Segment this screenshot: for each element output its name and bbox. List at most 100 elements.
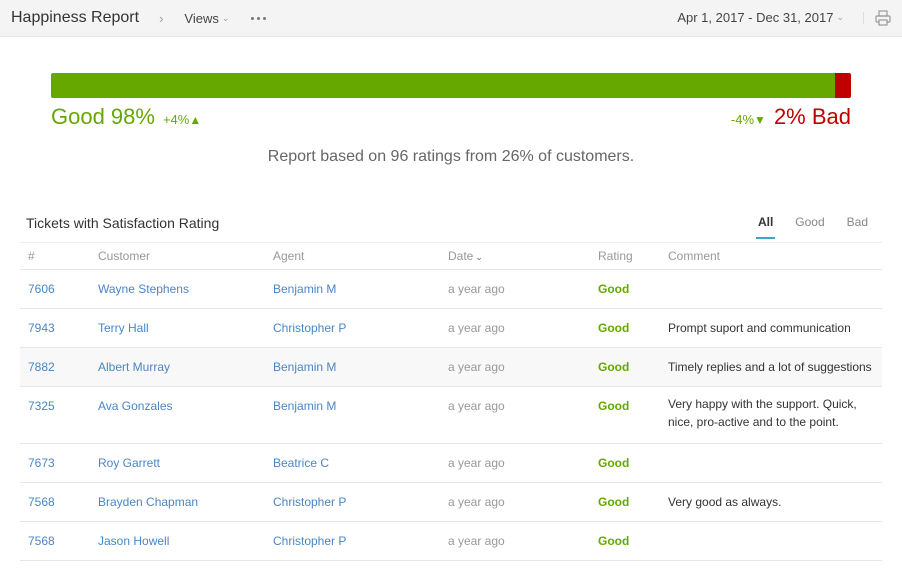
ticket-date: a year ago xyxy=(448,360,505,374)
column-header-rating[interactable]: Rating xyxy=(598,243,668,270)
ticket-id-link[interactable]: 7568 xyxy=(28,495,55,509)
ticket-id-link[interactable]: 7882 xyxy=(28,360,55,374)
comment-text: Very good as always. xyxy=(668,495,782,509)
rating-value-cell: Good xyxy=(598,444,668,483)
tab-all[interactable]: All xyxy=(755,215,776,239)
views-dropdown[interactable]: Views ⌄ xyxy=(184,11,229,26)
more-dots-icon[interactable] xyxy=(251,16,267,20)
customer-link[interactable]: Wayne Stephens xyxy=(98,282,189,296)
comment-text-cell xyxy=(668,270,882,309)
ticket-date-cell: a year ago xyxy=(448,387,598,444)
customer-link-cell: Brayden Chapman xyxy=(98,483,273,522)
ticket-id-link-cell: 7943 xyxy=(20,309,98,348)
rating-value: Good xyxy=(598,534,630,548)
table-row[interactable]: 7568 Jason Howell Christopher P a year ago G… xyxy=(20,522,882,561)
customer-link[interactable]: Ava Gonzales xyxy=(98,399,173,413)
customer-link[interactable]: Terry Hall xyxy=(98,321,149,335)
ticket-id-link-cell: 7673 xyxy=(20,444,98,483)
printer-icon[interactable] xyxy=(874,9,892,27)
customer-link[interactable]: Brayden Chapman xyxy=(98,495,198,509)
comment-text: Prompt suport and communication xyxy=(668,321,851,335)
ticket-date-cell: a year ago xyxy=(448,483,598,522)
agent-link-cell: Benjamin M xyxy=(273,270,448,309)
table-row[interactable]: 7673 Roy Garrett Beatrice C a year ago Good xyxy=(20,444,882,483)
good-segment xyxy=(51,73,835,98)
table-row[interactable]: 7882 Albert Murray Benjamin M a year ago Goo… xyxy=(20,347,882,387)
satisfaction-bar xyxy=(51,73,851,98)
chevron-down-icon: ⌄ xyxy=(221,12,230,23)
column-header-id[interactable]: # xyxy=(20,243,98,270)
customer-link[interactable]: Roy Garrett xyxy=(98,456,160,470)
rating-value: Good xyxy=(598,399,630,413)
arrow-down-icon: ▼ xyxy=(754,113,766,127)
report-summary-text: Report based on 96 ratings from 26% of c… xyxy=(267,148,635,165)
comment-text-cell: Prompt suport and communication xyxy=(668,309,882,348)
bad-summary: -4%▼ 2% Bad xyxy=(731,104,851,130)
tab-bad[interactable]: Bad xyxy=(847,215,868,239)
arrow-up-icon: ▲ xyxy=(189,113,202,127)
date-header-label: Date xyxy=(448,249,474,263)
rating-value-cell: Good xyxy=(598,483,668,522)
ticket-id-link[interactable]: 7606 xyxy=(28,282,55,296)
customer-link[interactable]: Jason Howell xyxy=(98,534,169,548)
rating-value: Good xyxy=(598,495,630,509)
views-label: Views xyxy=(184,10,219,26)
ticket-id-link-cell: 7882 xyxy=(20,348,98,387)
date-range-label: Apr 1, 2017 - Dec 31, 2017 xyxy=(677,10,834,25)
rating-value: Good xyxy=(598,321,630,335)
tab-good[interactable]: Good xyxy=(795,215,824,239)
table-row[interactable]: 7943 Terry Hall Christopher P a year ago Goo… xyxy=(20,309,882,348)
sort-icon[interactable]: ⌄ xyxy=(475,252,483,262)
customer-link-cell: Wayne Stephens xyxy=(98,270,273,309)
ticket-id-link-cell: 7606 xyxy=(20,270,98,309)
agent-link[interactable]: Christopher P xyxy=(273,534,346,548)
ticket-id-link[interactable]: 7943 xyxy=(28,321,55,335)
comment-text-cell xyxy=(668,522,882,561)
ticket-date: a year ago xyxy=(448,321,505,335)
table-row[interactable]: 7606 Wayne Stephens Benjamin M a year ago Go… xyxy=(20,270,882,309)
customer-link-cell: Jason Howell xyxy=(98,522,273,561)
ticket-date: a year ago xyxy=(448,534,505,548)
agent-link[interactable]: Christopher P xyxy=(273,495,346,509)
agent-link[interactable]: Beatrice C xyxy=(273,456,329,470)
ticket-date-cell: a year ago xyxy=(448,309,598,348)
rating-value-cell: Good xyxy=(598,387,668,444)
customer-link-cell: Roy Garrett xyxy=(98,444,273,483)
ticket-date-cell: a year ago xyxy=(448,444,598,483)
date-range-picker[interactable]: Apr 1, 2017 - Dec 31, 2017 ⌄ xyxy=(677,10,844,25)
bad-delta-value: -4% xyxy=(730,112,755,127)
ticket-date: a year ago xyxy=(448,399,505,413)
ticket-id-link[interactable]: 7673 xyxy=(28,456,55,470)
table-row[interactable]: 7568 Brayden Chapman Christopher P a year a… xyxy=(20,483,882,522)
ticket-id-link[interactable]: 7568 xyxy=(28,534,55,548)
column-header-date[interactable]: Date ⌄ xyxy=(448,243,598,270)
agent-link[interactable]: Benjamin M xyxy=(273,360,336,374)
customer-link-cell: Albert Murray xyxy=(98,348,273,387)
ticket-id-link[interactable]: 7325 xyxy=(28,399,55,413)
agent-link-cell: Christopher P xyxy=(273,522,448,561)
customer-link[interactable]: Albert Murray xyxy=(98,360,170,374)
agent-link-cell: Benjamin M xyxy=(273,387,448,444)
good-delta: +4%▲ xyxy=(163,112,201,127)
divider xyxy=(863,12,864,24)
table-row[interactable]: 7325 Ava Gonzales Benjamin M a year ago Good… xyxy=(20,387,882,444)
agent-link[interactable]: Christopher P xyxy=(273,321,346,335)
agent-link[interactable]: Benjamin M xyxy=(273,282,336,296)
comment-text-cell: Timely replies and a lot of suggestions xyxy=(668,348,882,387)
rating-value: Good xyxy=(598,360,630,374)
ticket-date-cell: a year ago xyxy=(448,522,598,561)
column-header-customer[interactable]: Customer xyxy=(98,243,273,270)
rating-value-cell: Good xyxy=(598,522,668,561)
rating-value-cell: Good xyxy=(598,309,668,348)
ticket-date: a year ago xyxy=(448,495,505,509)
ticket-date: a year ago xyxy=(448,282,505,296)
section-title: Tickets with Satisfaction Rating xyxy=(26,215,220,231)
ticket-id-link-cell: 7568 xyxy=(20,522,98,561)
good-percent-label: Good 98% xyxy=(51,104,155,129)
agent-link[interactable]: Benjamin M xyxy=(273,399,336,413)
ticket-id-link-cell: 7568 xyxy=(20,483,98,522)
agent-link-cell: Benjamin M xyxy=(273,348,448,387)
chevron-down-icon: ⌄ xyxy=(836,12,844,22)
column-header-comment[interactable]: Comment xyxy=(668,243,882,270)
column-header-agent[interactable]: Agent xyxy=(273,243,448,270)
